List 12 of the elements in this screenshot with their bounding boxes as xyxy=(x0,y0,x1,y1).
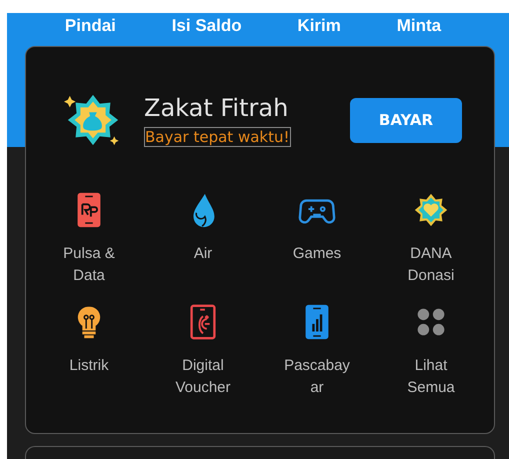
service-label[interactable]: DANA Donasi xyxy=(408,243,454,287)
heart-badge-icon[interactable] xyxy=(412,191,450,229)
pay-button[interactable]: BAYAR xyxy=(350,98,462,142)
service-label[interactable]: Digital Voucher xyxy=(175,355,231,399)
promo-title: Zakat Fitrah xyxy=(144,93,288,123)
service-label[interactable]: Listrik xyxy=(69,355,109,377)
service-label[interactable]: Pascabay ar xyxy=(284,355,350,399)
service-label[interactable]: Air xyxy=(194,243,212,265)
service-label[interactable]: Pulsa & Data xyxy=(63,243,115,287)
service-label[interactable]: Lihat Semua xyxy=(407,355,455,399)
service-label[interactable]: Games xyxy=(292,243,342,265)
promo-subtitle: Bayar tepat waktu! xyxy=(144,127,291,147)
